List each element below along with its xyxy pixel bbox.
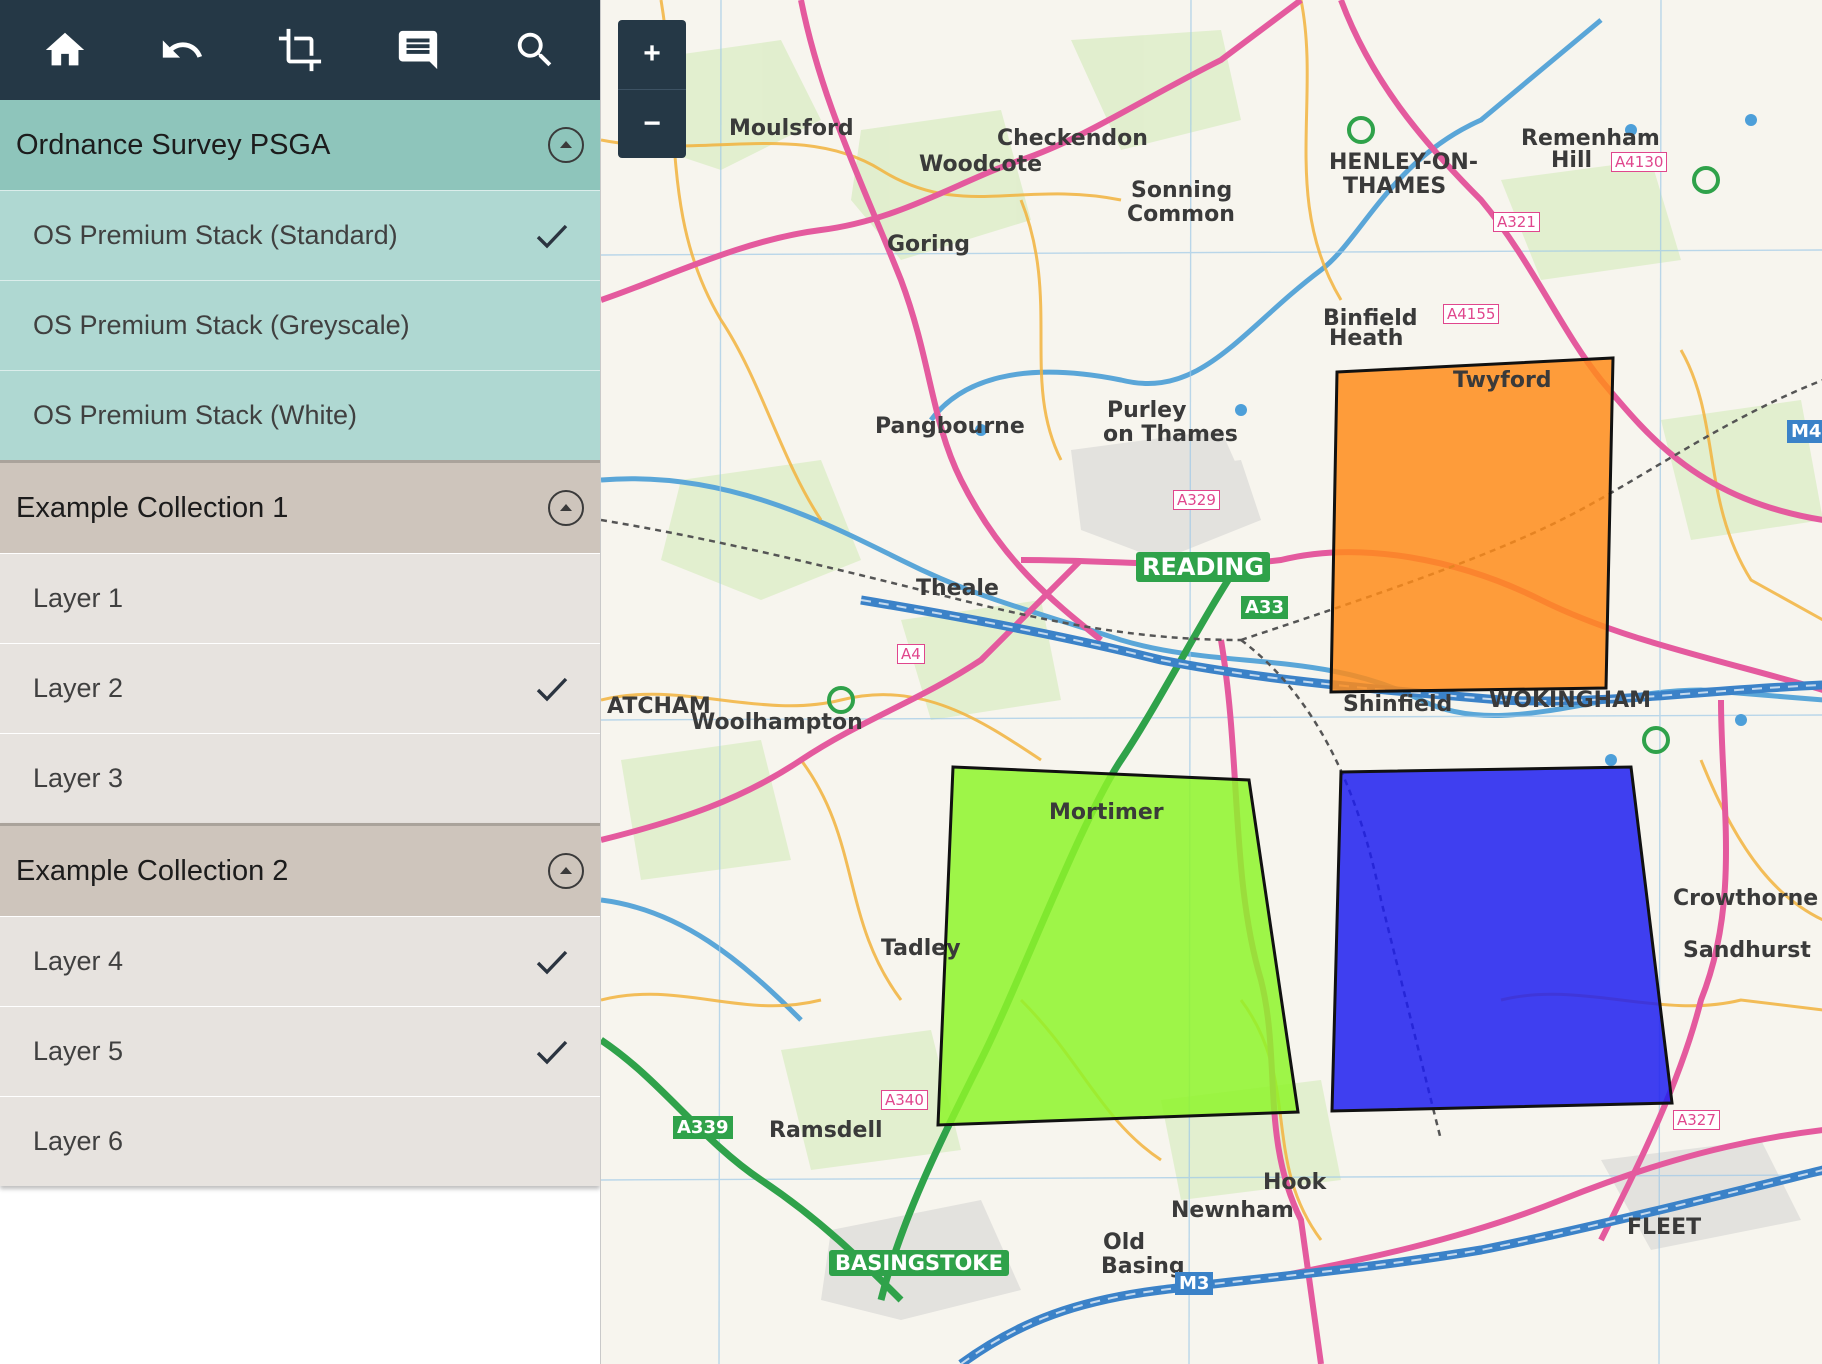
map-label-onthames: on Thames	[1103, 422, 1238, 447]
road-label-a329: A329	[1173, 490, 1220, 510]
chevron-up-icon	[560, 504, 572, 511]
chevron-up-icon	[560, 867, 572, 874]
layer-label: Layer 4	[33, 946, 124, 976]
map-label-tadley: Tadley	[881, 936, 961, 961]
group-ordnance-survey: Ordnance Survey PSGA OS Premium Stack (S…	[0, 100, 600, 460]
group-title: Example Collection 2	[16, 854, 289, 887]
comment-button[interactable]	[378, 10, 458, 90]
map-label-remenham-hill: Hill	[1551, 148, 1593, 173]
map-label-wokingham: WOKINGHAM	[1489, 688, 1652, 713]
crop-icon	[278, 28, 322, 72]
map-label-crowthorne: Crowthorne	[1673, 886, 1819, 911]
map-label-shinfield: Shinfield	[1343, 692, 1453, 717]
layer-item-layer-6[interactable]: Layer 6	[0, 1096, 600, 1186]
map-label-woolhampton: Woolhampton	[691, 710, 863, 735]
layer-label: Layer 6	[33, 1126, 124, 1156]
layer-label: OS Premium Stack (White)	[33, 400, 358, 430]
map-label-newnham: Newnham	[1171, 1198, 1294, 1223]
checkmark-icon	[532, 216, 572, 256]
zoom-control: + −	[618, 20, 686, 158]
layer-item-layer-1[interactable]: Layer 1	[0, 553, 600, 643]
road-label-a4155: A4155	[1443, 304, 1500, 324]
road-label-a339: A339	[673, 1116, 733, 1139]
map-label-woodcote: Woodcote	[919, 152, 1043, 177]
layer-label: OS Premium Stack (Standard)	[33, 220, 398, 250]
layer-label: Layer 3	[33, 763, 124, 793]
road-label-a327: A327	[1673, 1110, 1720, 1130]
group-example-collection-1: Example Collection 1 Layer 1 Layer 2 Lay…	[0, 460, 600, 823]
undo-button[interactable]	[142, 10, 222, 90]
collapse-button[interactable]	[548, 853, 584, 889]
layer-item-os-white[interactable]: OS Premium Stack (White)	[0, 370, 600, 460]
map-label-mortimer: Mortimer	[1049, 800, 1164, 825]
group-title: Example Collection 1	[16, 491, 289, 524]
road-label-m3: M3	[1175, 1272, 1214, 1295]
collapse-button[interactable]	[548, 490, 584, 526]
home-icon	[45, 32, 84, 66]
road-label-a321: A321	[1493, 212, 1540, 232]
map-label-henley: HENLEY-ON-	[1329, 150, 1478, 175]
layer-item-os-greyscale[interactable]: OS Premium Stack (Greyscale)	[0, 280, 600, 370]
group-header[interactable]: Example Collection 2	[0, 826, 600, 916]
road-label-a4: A4	[897, 644, 925, 664]
group-header[interactable]: Ordnance Survey PSGA	[0, 100, 600, 190]
layer-item-os-standard[interactable]: OS Premium Stack (Standard)	[0, 190, 600, 280]
map-label-checkendon: Checkendon	[997, 126, 1148, 151]
layer-label: OS Premium Stack (Greyscale)	[33, 310, 410, 340]
map-label-theale: Theale	[916, 576, 999, 601]
layer-label: Layer 1	[33, 583, 124, 613]
collapse-button[interactable]	[548, 127, 584, 163]
checkmark-icon	[532, 1032, 572, 1072]
checkmark-icon	[532, 942, 572, 982]
map-label-reading: READING	[1136, 552, 1271, 582]
map-label-ramsdell: Ramsdell	[769, 1118, 883, 1143]
map-label-common: Common	[1127, 202, 1235, 227]
map-label-basing: Basing	[1101, 1254, 1185, 1279]
group-example-collection-2: Example Collection 2 Layer 4 Layer 5 Lay…	[0, 823, 600, 1186]
map-label-basingstoke: BASINGSTOKE	[829, 1250, 1009, 1276]
map-label-purley: Purley	[1107, 398, 1187, 423]
road-label-a4130: A4130	[1611, 152, 1668, 172]
map-label-goring: Goring	[887, 232, 970, 257]
road-label-m4: M4	[1787, 420, 1822, 443]
layer-item-layer-2[interactable]: Layer 2	[0, 643, 600, 733]
map-label-moulsford: Moulsford	[729, 116, 854, 141]
map-label-sonning: Sonning	[1131, 178, 1233, 203]
map-label-pangbourne: Pangbourne	[875, 414, 1025, 439]
road-label-a33: A33	[1241, 596, 1288, 619]
map-view[interactable]: READING BASINGSTOKE HENLEY-ON- THAMES So…	[600, 0, 1822, 1364]
orange-polygon[interactable]	[1329, 356, 1615, 694]
layer-label: Layer 2	[33, 673, 124, 703]
zoom-in-button[interactable]: +	[618, 20, 686, 89]
undo-icon	[163, 40, 203, 58]
map-label-sandhurst: Sandhurst	[1683, 938, 1811, 963]
layer-item-layer-3[interactable]: Layer 3	[0, 733, 600, 823]
toolbar	[0, 0, 600, 100]
layer-item-layer-5[interactable]: Layer 5	[0, 1006, 600, 1096]
chevron-up-icon	[560, 141, 572, 148]
layer-item-layer-4[interactable]: Layer 4	[0, 916, 600, 1006]
road-label-a340: A340	[881, 1090, 928, 1110]
layer-label: Layer 5	[33, 1036, 124, 1066]
group-title: Ordnance Survey PSGA	[16, 128, 331, 161]
map-label-old: Old	[1103, 1230, 1145, 1255]
search-icon	[517, 32, 552, 67]
map-label-twyford: Twyford	[1453, 368, 1552, 393]
crop-button[interactable]	[260, 10, 340, 90]
zoom-out-button[interactable]: −	[618, 88, 686, 159]
comment-icon	[398, 30, 437, 70]
checkmark-icon	[532, 669, 572, 709]
map-label-hook: Hook	[1263, 1170, 1327, 1195]
app-root: Ordnance Survey PSGA OS Premium Stack (S…	[0, 0, 1822, 1364]
map-label-binfield-heath: Heath	[1329, 326, 1404, 351]
map-label-fleet: FLEET	[1627, 1215, 1702, 1240]
blue-polygon[interactable]	[1330, 765, 1674, 1113]
layer-sidebar: Ordnance Survey PSGA OS Premium Stack (S…	[0, 0, 600, 1364]
home-button[interactable]	[25, 10, 105, 90]
map-label-thames: THAMES	[1343, 174, 1447, 199]
search-button[interactable]	[495, 10, 575, 90]
group-header[interactable]: Example Collection 1	[0, 463, 600, 553]
